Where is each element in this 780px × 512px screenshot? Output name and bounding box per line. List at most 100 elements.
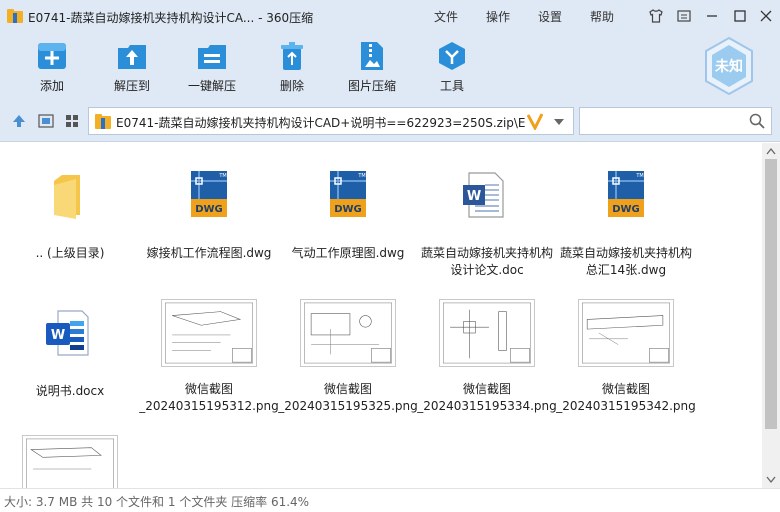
tools-button[interactable]: 工具 xyxy=(416,40,488,98)
file-name: 说明书.docx xyxy=(35,384,105,398)
menu-help[interactable]: 帮助 xyxy=(590,8,614,25)
window-title: E0741-蔬菜自动嫁接机夹持机构设计CA... - 360压缩 xyxy=(28,11,314,25)
drawing-thumbnail-icon xyxy=(161,299,257,367)
add-icon xyxy=(38,43,66,69)
file-name-line2: _20240315195312.png xyxy=(139,399,279,413)
file-item-png-5[interactable] xyxy=(0,433,140,488)
file-name: 气动工作原理图.dwg xyxy=(291,246,405,260)
scroll-thumb[interactable] xyxy=(765,159,777,429)
file-list: .. (上级目录) DWG TM 嫁接机工作流程图.dwg DWG TM 气动工… xyxy=(0,143,762,488)
dwg-file-icon: DWG TM xyxy=(191,171,227,217)
file-name-line1: 蔬菜自动嫁接机夹持机构 xyxy=(420,246,553,260)
dwg-file-icon: DWG TM xyxy=(330,171,366,217)
file-item-parent-folder[interactable]: .. (上级目录) xyxy=(0,163,140,281)
extract-to-button[interactable]: 解压到 xyxy=(96,40,168,98)
status-text: 大小: 3.7 MB 共 10 个文件和 1 个文件夹 压缩率 61.4% xyxy=(4,495,310,509)
file-name-line1: 微信截图 xyxy=(323,382,372,396)
unknown-badge-label: 未知 xyxy=(715,59,743,75)
file-item-doc-thesis[interactable]: W 蔬菜自动嫁接机夹持机构 设计论文.doc xyxy=(417,163,557,281)
tools-icon xyxy=(439,42,465,70)
image-compress-icon xyxy=(361,42,383,70)
search-icon[interactable] xyxy=(749,113,765,129)
extract-to-label: 解压到 xyxy=(113,79,150,93)
svg-text:DWG: DWG xyxy=(195,204,223,215)
file-item-dwg-assembly[interactable]: DWG TM 蔬菜自动嫁接机夹持机构 总汇14张.dwg xyxy=(556,163,696,281)
svg-text:DWG: DWG xyxy=(612,204,640,215)
list-view-icon[interactable] xyxy=(38,113,54,129)
file-name: .. (上级目录) xyxy=(35,246,105,260)
image-compress-label: 图片压缩 xyxy=(347,79,396,93)
word-doc-icon: W xyxy=(463,172,504,218)
app-logo-icon xyxy=(7,9,23,23)
message-icon xyxy=(677,10,691,22)
vertical-scrollbar[interactable] xyxy=(762,143,780,488)
grid-view-icon[interactable] xyxy=(64,113,80,129)
feedback-button[interactable] xyxy=(674,6,694,26)
one-click-extract-icon xyxy=(198,45,226,69)
file-item-png-4[interactable]: 微信截图 _20240315195342.png xyxy=(556,295,696,419)
dwg-file-icon: DWG TM xyxy=(608,171,644,217)
file-item-png-1[interactable]: 微信截图 _20240315195312.png xyxy=(139,295,279,419)
title-bar: E0741-蔬菜自动嫁接机夹持机构设计CA... - 360压缩 文件 操作 设… xyxy=(0,0,780,32)
add-label: 添加 xyxy=(39,79,64,93)
word-docx-icon: W xyxy=(46,310,89,356)
status-bar: 大小: 3.7 MB 共 10 个文件和 1 个文件夹 压缩率 61.4% xyxy=(0,488,780,512)
svg-text:W: W xyxy=(51,328,65,343)
menu-operation[interactable]: 操作 xyxy=(486,8,510,25)
scroll-down-icon[interactable] xyxy=(766,476,776,484)
minimize-button[interactable] xyxy=(702,6,722,26)
file-name-line2: 设计论文.doc xyxy=(450,263,524,277)
close-icon xyxy=(760,10,772,22)
image-compress-button[interactable]: 图片压缩 xyxy=(336,40,408,98)
zip-file-icon xyxy=(95,114,111,129)
skin-button[interactable] xyxy=(646,6,666,26)
menu-settings[interactable]: 设置 xyxy=(538,8,562,25)
drawing-thumbnail-icon xyxy=(439,299,535,367)
menu-file[interactable]: 文件 xyxy=(434,8,458,25)
file-item-docx-manual[interactable]: W 说明书.docx xyxy=(0,301,140,419)
one-click-extract-label: 一键解压 xyxy=(187,79,236,93)
up-arrow-icon[interactable] xyxy=(11,113,27,129)
address-path: E0741-蔬菜自动嫁接机夹持机构设计CAD+说明书==622923=250S.… xyxy=(116,116,526,130)
scroll-up-icon[interactable] xyxy=(766,147,776,155)
file-name-line2: _20240315195334.png xyxy=(417,399,557,413)
drawing-thumbnail-icon xyxy=(22,435,118,488)
file-name: 嫁接机工作流程图.dwg xyxy=(146,246,272,260)
maximize-button[interactable] xyxy=(730,6,750,26)
extract-to-icon xyxy=(118,45,146,69)
file-name-line2: 总汇14张.dwg xyxy=(585,263,667,277)
address-row: E0741-蔬菜自动嫁接机夹持机构设计CAD+说明书==622923=250S.… xyxy=(0,100,780,142)
checkmark-v-icon xyxy=(527,113,543,130)
tools-label: 工具 xyxy=(439,79,464,93)
address-bar[interactable]: E0741-蔬菜自动嫁接机夹持机构设计CAD+说明书==622923=250S.… xyxy=(88,107,574,135)
chevron-down-icon[interactable] xyxy=(553,118,565,126)
shirt-icon xyxy=(649,9,663,23)
drawing-thumbnail-icon xyxy=(578,299,674,367)
delete-label: 删除 xyxy=(279,79,304,93)
svg-text:TM: TM xyxy=(635,173,643,179)
file-item-png-2[interactable]: 微信截图 _20240315195325.png xyxy=(278,295,418,419)
file-item-dwg-pneumatic[interactable]: DWG TM 气动工作原理图.dwg xyxy=(278,163,418,281)
delete-icon xyxy=(281,42,303,70)
svg-text:DWG: DWG xyxy=(334,204,362,215)
file-name-line1: 微信截图 xyxy=(184,382,233,396)
svg-text:TM: TM xyxy=(357,173,365,179)
folder-icon xyxy=(54,175,80,219)
close-button[interactable] xyxy=(756,6,776,26)
one-click-extract-button[interactable]: 一键解压 xyxy=(176,40,248,98)
add-button[interactable]: 添加 xyxy=(16,40,88,98)
maximize-icon xyxy=(734,10,746,22)
file-item-dwg-workflow[interactable]: DWG TM 嫁接机工作流程图.dwg xyxy=(139,163,279,281)
file-item-png-3[interactable]: 微信截图 _20240315195334.png xyxy=(417,295,557,419)
toolbar: 添加 解压到 一键解压 删除 图片压缩 工具 未知 xyxy=(0,32,780,100)
file-name-line1: 微信截图 xyxy=(462,382,511,396)
file-name-line1: 蔬菜自动嫁接机夹持机构 xyxy=(559,246,692,260)
svg-text:TM: TM xyxy=(218,173,226,179)
svg-text:W: W xyxy=(467,189,481,204)
file-name-line2: _20240315195325.png xyxy=(278,399,418,413)
delete-button[interactable]: 删除 xyxy=(256,40,328,98)
minimize-icon xyxy=(707,15,717,17)
search-input[interactable] xyxy=(579,107,772,135)
drawing-thumbnail-icon xyxy=(300,299,396,367)
file-name-line2: _20240315195342.png xyxy=(556,399,696,413)
